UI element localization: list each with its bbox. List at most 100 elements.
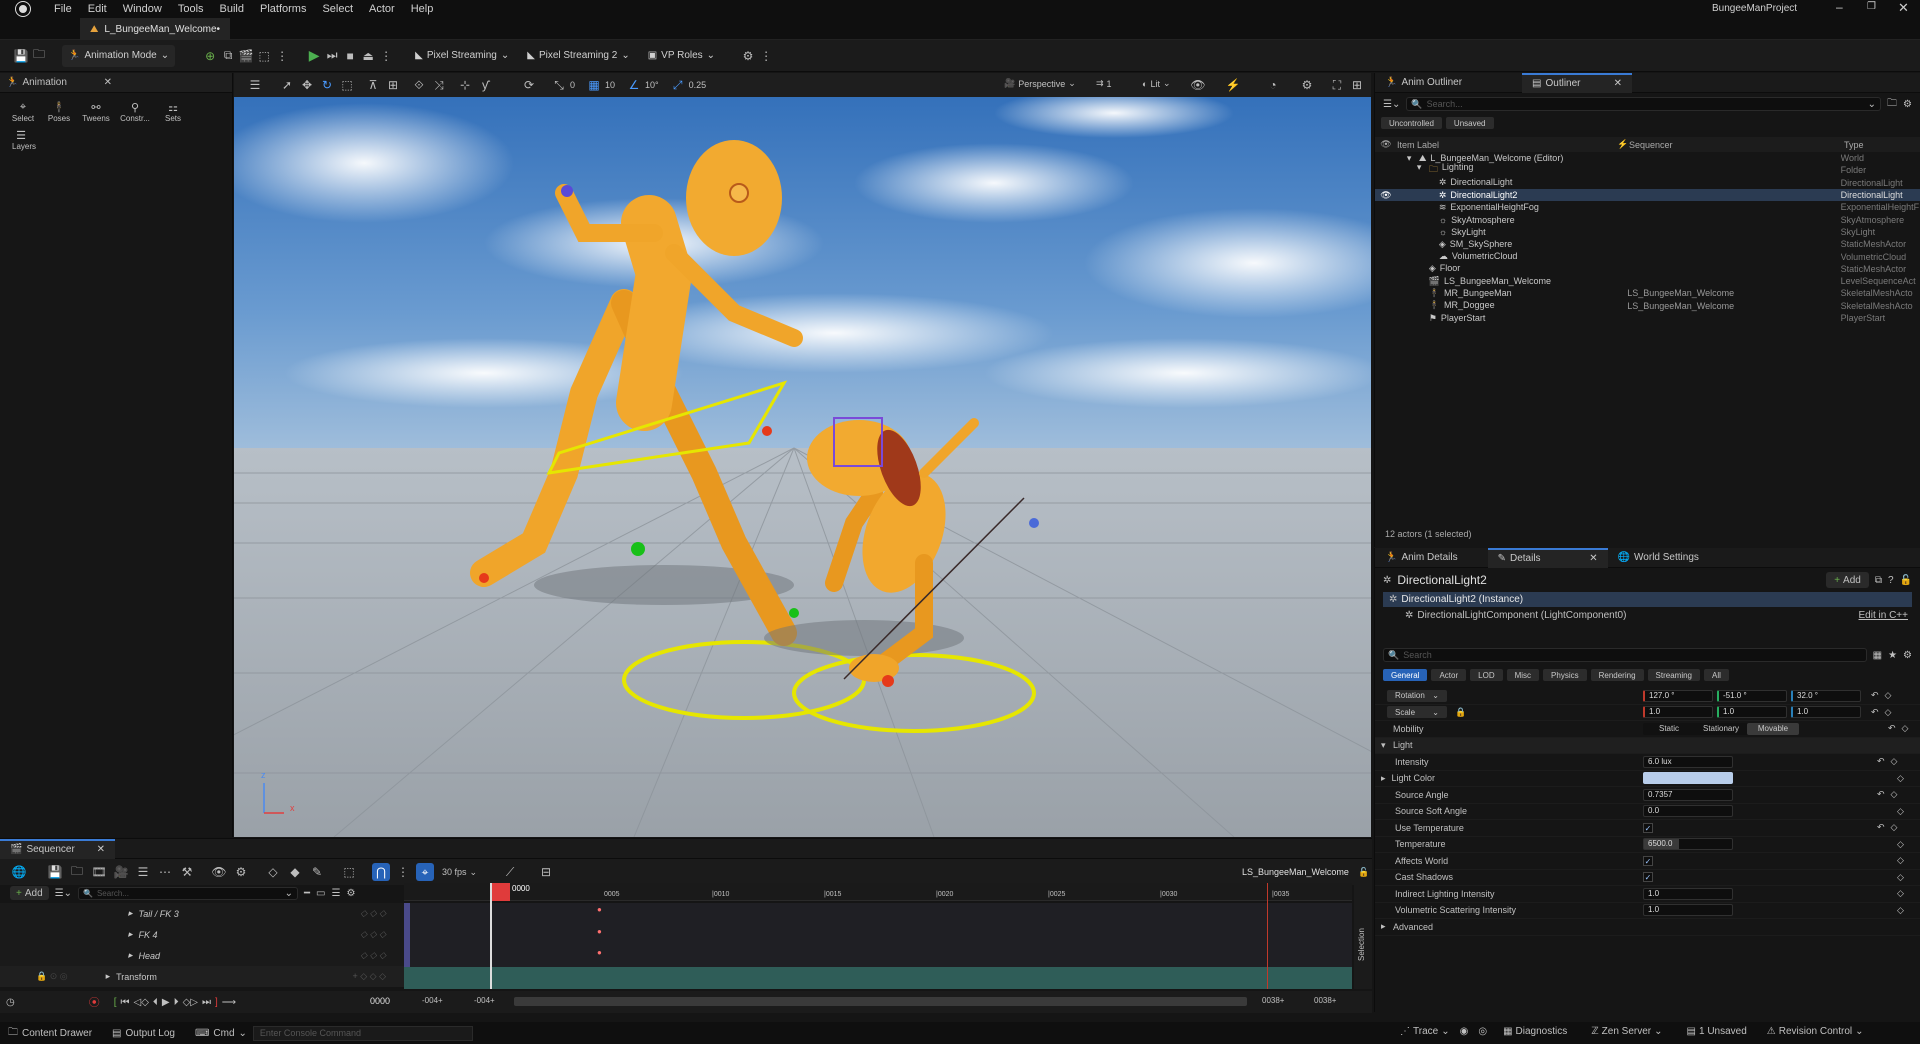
light-color-swatch[interactable] bbox=[1643, 772, 1733, 785]
blueprint-icon[interactable]: ⧉ bbox=[219, 47, 237, 65]
tool-layers[interactable]: ☰ Layers bbox=[0, 123, 36, 151]
tree-spacer[interactable] bbox=[1417, 300, 1425, 311]
expanded-arrow-icon[interactable]: ▾ bbox=[1417, 162, 1425, 178]
jump-start-icon[interactable]: ⏮ bbox=[121, 997, 130, 1008]
view-icon[interactable]: 👁 bbox=[210, 863, 228, 881]
set-start-icon[interactable]: [ bbox=[114, 997, 117, 1008]
keyframe-marker[interactable]: ● bbox=[597, 927, 602, 936]
tab-outliner[interactable]: ▤ Outliner ✕ bbox=[1522, 72, 1633, 93]
volumetric-scattering-field[interactable]: 1.0 bbox=[1643, 904, 1733, 917]
track-key-buttons[interactable]: ◇ ◇ ◇ bbox=[360, 950, 386, 961]
working-range-start[interactable]: -004+ bbox=[474, 996, 495, 1005]
selection-sidebar[interactable]: Selection bbox=[1354, 883, 1372, 989]
keyframe-icon[interactable]: ◇ bbox=[1897, 888, 1904, 899]
perspective-dropdown[interactable]: 🎥 Perspective ⌄ bbox=[1004, 78, 1076, 89]
vp-roles-dropdown[interactable]: ▣ VP Roles ⌄ bbox=[642, 45, 721, 67]
more-icon[interactable]: ⋮ bbox=[757, 47, 775, 65]
move-mode-icon[interactable]: ⊹ bbox=[456, 76, 474, 94]
filter-misc[interactable]: Misc bbox=[1506, 669, 1540, 681]
trace-dropdown[interactable]: ⋰ Trace ⌄ bbox=[1400, 1026, 1450, 1037]
outliner-row[interactable]: 🕴 MR_BungeeMan LS_BungeeMan_Welcome Skeleta… bbox=[1375, 287, 1920, 299]
unreal-logo-icon[interactable] bbox=[15, 1, 31, 17]
rotation-z-field[interactable]: 32.0 ° bbox=[1791, 689, 1861, 702]
stop-icon[interactable]: ■ bbox=[341, 47, 359, 65]
add-actor-icon[interactable]: ⊕ bbox=[201, 47, 219, 65]
keyframe-icon[interactable]: ◇ bbox=[1902, 723, 1909, 734]
track-area[interactable]: ● ● ● bbox=[404, 883, 1352, 989]
outliner-row[interactable]: ▾ 🗀 Lighting Folder bbox=[1375, 162, 1920, 178]
settings-icon[interactable]: ⚙ bbox=[1903, 99, 1912, 110]
prev-frame-icon[interactable]: ⏴ bbox=[153, 997, 158, 1008]
close-tab-icon[interactable]: ✕ bbox=[1589, 553, 1597, 564]
viewport-options-icon[interactable]: ☰ bbox=[246, 76, 264, 94]
source-soft-angle-field[interactable]: 0.0 bbox=[1643, 805, 1733, 818]
pixel-streaming-dropdown[interactable]: ◣ Pixel Streaming ⌄ bbox=[409, 45, 515, 67]
transform-track-row[interactable]: 🔒 ⊙ ◎ ▸ Transform + ◇ ◇ ◇ bbox=[0, 966, 404, 987]
content-drawer-button[interactable]: 🗀 Content Drawer bbox=[8, 1025, 92, 1042]
outliner-row[interactable]: ☼ SkyLight SkyLight bbox=[1375, 226, 1920, 238]
mobility-static[interactable]: Static bbox=[1643, 723, 1695, 735]
play-icon[interactable]: ▶ bbox=[162, 997, 170, 1008]
translate-icon[interactable]: ✥ bbox=[298, 76, 316, 94]
scale-icon[interactable]: ⬚ bbox=[338, 76, 356, 94]
select-mode-icon[interactable]: ➚ bbox=[278, 76, 296, 94]
curve-editor-icon[interactable]: ⟋ bbox=[501, 863, 519, 881]
tree-spacer[interactable] bbox=[1427, 190, 1435, 201]
render-icon[interactable]: 🎞 bbox=[90, 863, 108, 881]
filter-icon[interactable]: ☰⌄ bbox=[1383, 99, 1400, 110]
track-row[interactable]: ▸ FK 4 ◇ ◇ ◇ bbox=[0, 924, 404, 945]
section-bar[interactable] bbox=[404, 967, 1352, 989]
add-component-button[interactable]: + Add bbox=[1826, 572, 1869, 588]
revision-control-dropdown[interactable]: ⚠ Revision Control ⌄ bbox=[1767, 1026, 1864, 1037]
angle-snap-value[interactable]: 0 bbox=[570, 80, 575, 90]
source-angle-field[interactable]: 0.7357 bbox=[1643, 788, 1733, 801]
scale-y-field[interactable]: 1.0 bbox=[1717, 706, 1787, 719]
layout-icon[interactable]: ⊞ bbox=[1348, 76, 1366, 94]
reset-icon[interactable]: ↶ bbox=[1871, 707, 1879, 718]
scale-snap-value[interactable]: 0.25 bbox=[689, 80, 707, 90]
view-range-start[interactable]: -004+ bbox=[422, 996, 443, 1005]
filter-icon[interactable]: ☰⌄ bbox=[55, 888, 72, 899]
rotation-x-field[interactable]: 127.0 ° bbox=[1643, 689, 1713, 702]
timeline-ruler[interactable]: 0000 0005 |0010 |0015 |0020 |0025 |0030 … bbox=[404, 883, 1352, 901]
tree-spacer[interactable] bbox=[1427, 239, 1435, 250]
tree-spacer[interactable] bbox=[1427, 215, 1435, 225]
step-icon[interactable]: ⏭ bbox=[323, 47, 341, 65]
reset-icon[interactable]: ↶ bbox=[1877, 822, 1885, 833]
angle-snap-icon[interactable]: ⟳ bbox=[520, 76, 538, 94]
tree-spacer[interactable] bbox=[1427, 202, 1435, 213]
collapsed-arrow-icon[interactable]: ▸ bbox=[1381, 773, 1386, 784]
set-end-icon[interactable]: ] bbox=[215, 997, 218, 1008]
temperature-field[interactable]: 6500.0 bbox=[1643, 838, 1733, 851]
keyframe-snap-icon[interactable]: ⌖ bbox=[416, 863, 434, 881]
diagnostics-button[interactable]: ▦ Diagnostics bbox=[1503, 1026, 1567, 1037]
outliner-row[interactable]: 🎬 LS_BungeeMan_Welcome LevelSequenceAct bbox=[1375, 275, 1920, 287]
tool-constraints[interactable]: ⚲ Constr... bbox=[120, 101, 150, 123]
menu-actor[interactable]: Actor bbox=[369, 3, 395, 15]
keyframe-icon[interactable]: ◇ bbox=[1897, 872, 1904, 883]
add-folder-icon[interactable]: 🗀 bbox=[1887, 96, 1897, 113]
track-key-buttons[interactable]: ◇ ◇ ◇ bbox=[360, 908, 386, 919]
mobility-stationary[interactable]: Stationary bbox=[1695, 723, 1747, 735]
filter-actor[interactable]: Actor bbox=[1431, 669, 1467, 681]
lock-icon[interactable]: 🔓 bbox=[1900, 575, 1912, 586]
help-icon[interactable]: ? bbox=[1888, 575, 1894, 586]
surface-snap-icon[interactable]: ⊞ bbox=[384, 76, 402, 94]
minimize-icon[interactable]: – bbox=[1836, 0, 1843, 14]
keyframe-icon[interactable]: ◇ bbox=[1891, 789, 1898, 800]
keyframe-icon[interactable]: ◇ bbox=[1885, 690, 1892, 701]
tab-anim-details[interactable]: 🏃 Anim Details bbox=[1375, 548, 1468, 568]
view-mode-dropdown[interactable]: ◐ Lit ⌄ bbox=[1142, 78, 1171, 89]
world-icon[interactable]: 🌐 bbox=[10, 863, 28, 881]
intensity-field[interactable]: 6.0 lux bbox=[1643, 755, 1733, 768]
minus-icon[interactable]: ━ bbox=[304, 888, 310, 899]
filter-lod[interactable]: LOD bbox=[1470, 669, 1503, 681]
tool-sets[interactable]: ⚏ Sets bbox=[160, 101, 186, 123]
col-item-label[interactable]: Item Label bbox=[1397, 140, 1617, 150]
level-viewport[interactable]: ☰ ➚ ✥ ↻ ⬚ ⊼ ⊞ ⟐ ⤨ ⊹ ƴ ⟳ ⤡ 0 ▦ 10 ∠ 10° ⤢… bbox=[234, 73, 1371, 837]
console-input[interactable]: Enter Console Command bbox=[252, 1025, 473, 1041]
menu-help[interactable]: Help bbox=[411, 3, 434, 15]
lock-ratio-icon[interactable]: 🔒 bbox=[1455, 707, 1466, 718]
scale-snap-toggle-icon[interactable]: ⤡ bbox=[550, 76, 568, 94]
settings-icon[interactable]: ⚙ bbox=[739, 47, 757, 65]
